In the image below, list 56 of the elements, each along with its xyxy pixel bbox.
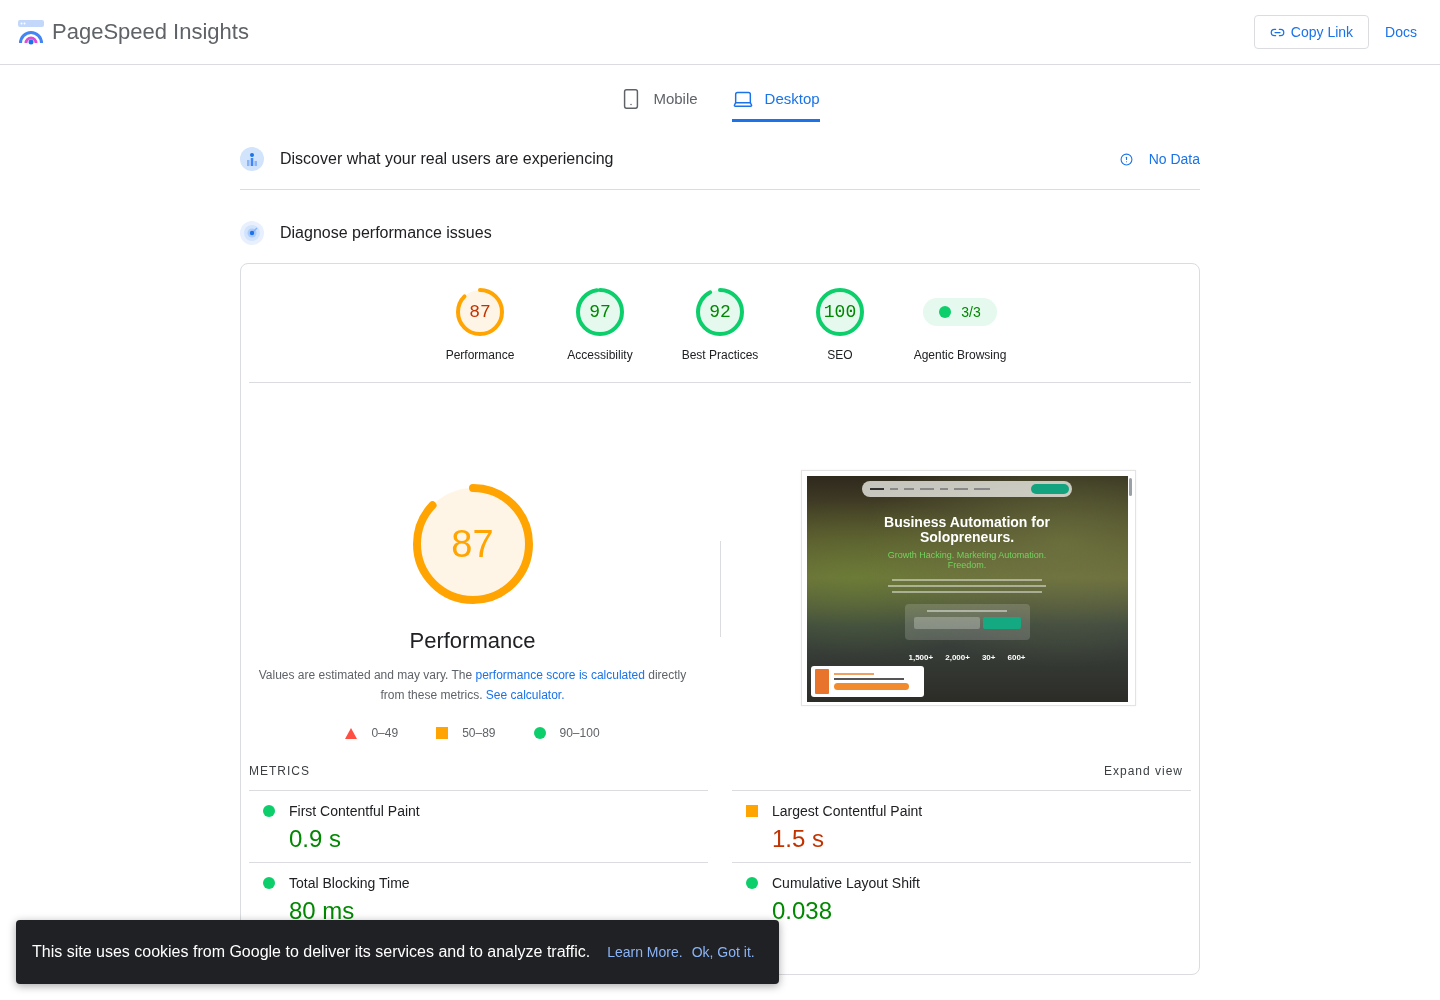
score-value: 100 bbox=[823, 303, 857, 321]
app-title: PageSpeed Insights bbox=[52, 19, 249, 45]
device-tab[interactable]: Mobile bbox=[620, 78, 698, 122]
circle-icon bbox=[746, 877, 758, 889]
category-title: Performance bbox=[409, 627, 536, 655]
section-title: Diagnose performance issues bbox=[280, 224, 493, 242]
score-value: 3/3 bbox=[961, 304, 981, 320]
expand-view-button[interactable]: Expand view bbox=[1103, 761, 1183, 781]
copy-link-button[interactable]: Copy Link bbox=[1253, 15, 1370, 49]
category-label: Agentic Browsing bbox=[913, 348, 1007, 362]
score-description: Values are estimated and may vary. The performance score is calculated directly from these metrics. See calculator. bbox=[257, 667, 688, 704]
category-label: SEO bbox=[827, 348, 853, 362]
no-data-status: No Data bbox=[1148, 151, 1200, 167]
score-value: 97 bbox=[589, 303, 611, 321]
category-label: Performance bbox=[445, 348, 515, 362]
dismiss-button[interactable]: Ok, Got it. bbox=[682, 944, 755, 960]
stat-number: 2,000+ bbox=[945, 653, 970, 662]
metrics-heading: METRICS bbox=[249, 763, 310, 780]
category-label: Best Practices bbox=[681, 348, 759, 362]
device-tab[interactable]: Desktop bbox=[731, 78, 820, 122]
metric-name: Cumulative Layout Shift bbox=[772, 875, 921, 891]
score-range: 90–100 bbox=[559, 725, 600, 742]
stat-number: 30+ bbox=[981, 653, 996, 662]
gauge-logo-icon bbox=[18, 19, 44, 45]
hero-tagline: Growth Hacking. Marketing Automation. Freedom. bbox=[886, 550, 1048, 570]
cookie-message: This site uses cookies from Google to deliver its services and to analyze traffic. bbox=[32, 943, 591, 961]
metric-name: Total Blocking Time bbox=[289, 875, 411, 891]
scrollbar-thumb bbox=[1128, 478, 1132, 496]
score-value: 87 bbox=[469, 303, 491, 321]
metric-value: 1.5 s bbox=[772, 825, 825, 853]
score-range: 50–89 bbox=[462, 725, 496, 742]
square-icon bbox=[746, 805, 758, 817]
circle-icon bbox=[533, 727, 546, 739]
stat-number: 1,500+ bbox=[908, 653, 934, 662]
bar-chart-icon bbox=[240, 147, 264, 171]
category-label: Accessibility bbox=[567, 348, 633, 362]
metric-value: 0.9 s bbox=[289, 825, 342, 853]
metric-value: 80 ms bbox=[289, 897, 355, 925]
circle-icon bbox=[263, 805, 275, 817]
stat-number: 600+ bbox=[1007, 653, 1026, 662]
metric-name: Largest Contentful Paint bbox=[772, 803, 924, 819]
square-icon bbox=[436, 727, 449, 739]
score-range: 0–49 bbox=[371, 725, 399, 742]
metric-value: 0.038 bbox=[772, 897, 833, 925]
hero-headline: Business Automation for Solopreneurs. bbox=[883, 515, 1051, 545]
score-value: 87 bbox=[451, 525, 494, 563]
radar-icon bbox=[240, 221, 264, 245]
alert-icon bbox=[1119, 152, 1133, 166]
metric-name: First Contentful Paint bbox=[289, 803, 421, 819]
score-value: 92 bbox=[709, 303, 731, 321]
section-title: Discover what your real users are experiencing bbox=[280, 150, 615, 168]
inline-link[interactable]: performance score is calculated bbox=[475, 668, 645, 682]
inline-link[interactable]: See calculator. bbox=[485, 688, 565, 702]
circle-icon bbox=[263, 877, 275, 889]
triangle-icon bbox=[345, 727, 358, 739]
learn-more-link[interactable]: Learn More. bbox=[598, 944, 683, 960]
